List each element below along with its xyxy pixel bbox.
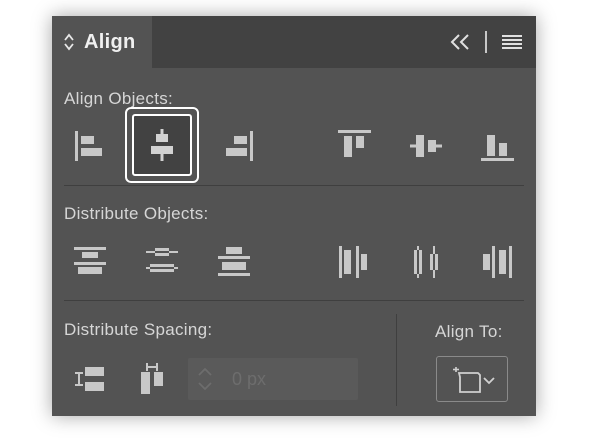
vertical-align-bottom-button[interactable] xyxy=(469,118,525,174)
stepper-arrows-icon[interactable] xyxy=(196,364,214,394)
horizontal-align-left-button[interactable] xyxy=(62,118,118,174)
horizontal-align-right-button[interactable] xyxy=(210,118,266,174)
updown-arrows-icon[interactable] xyxy=(62,32,76,52)
horizontal-align-right-icon xyxy=(226,131,253,161)
horizontal-distribute-right-icon xyxy=(483,246,512,278)
horizontal-distribute-center-icon xyxy=(414,246,438,278)
distribute-objects-label: Distribute Objects: xyxy=(64,204,209,223)
vertical-align-top-button[interactable] xyxy=(326,117,382,173)
vertical-align-bottom-icon xyxy=(481,135,514,161)
horizontal-distribute-space-button[interactable] xyxy=(124,352,180,408)
horizontal-distribute-left-icon xyxy=(339,246,367,278)
horizontal-align-center-icon xyxy=(151,129,173,161)
vertical-distribute-bottom-button[interactable] xyxy=(206,234,262,290)
vertical-distribute-top-button[interactable] xyxy=(62,234,118,290)
spacing-field xyxy=(188,358,358,400)
panel-title: Align xyxy=(84,30,136,53)
horizontal-align-center-button[interactable] xyxy=(134,117,190,173)
horizontal-distribute-left-button[interactable] xyxy=(326,234,382,290)
vertical-distribute-center-button[interactable] xyxy=(134,234,190,290)
align-to-selection-icon xyxy=(453,367,495,393)
column-divider xyxy=(396,314,397,406)
align-objects-label: Align Objects: xyxy=(64,89,174,108)
align-panel: Align Align Objects: Distribute Objects:… xyxy=(52,16,536,416)
vertical-distribute-center-icon xyxy=(146,248,178,272)
vertical-distribute-space-button[interactable] xyxy=(62,352,118,408)
spacing-input[interactable] xyxy=(232,366,342,392)
vertical-distribute-space-icon xyxy=(75,367,104,391)
vertical-align-center-button[interactable] xyxy=(398,118,454,174)
align-to-dropdown[interactable] xyxy=(436,356,508,402)
tabbar-separator xyxy=(485,31,487,53)
horizontal-align-left-icon xyxy=(75,131,102,161)
horizontal-distribute-center-button[interactable] xyxy=(398,234,454,290)
vertical-align-center-icon xyxy=(410,135,442,157)
align-to-label: Align To: xyxy=(435,322,503,341)
section-divider xyxy=(64,300,524,301)
panel-tab-bar: Align xyxy=(52,16,536,68)
horizontal-distribute-right-button[interactable] xyxy=(469,234,525,290)
vertical-distribute-bottom-icon xyxy=(218,247,250,276)
section-divider xyxy=(64,185,524,186)
hamburger-menu-icon[interactable] xyxy=(501,32,523,52)
vertical-distribute-top-icon xyxy=(74,247,106,274)
vertical-align-top-icon xyxy=(338,130,371,157)
horizontal-distribute-space-icon xyxy=(141,363,163,394)
double-chevron-left-icon[interactable] xyxy=(449,32,471,52)
distribute-spacing-label: Distribute Spacing: xyxy=(64,320,213,339)
tab-align[interactable]: Align xyxy=(52,16,152,68)
